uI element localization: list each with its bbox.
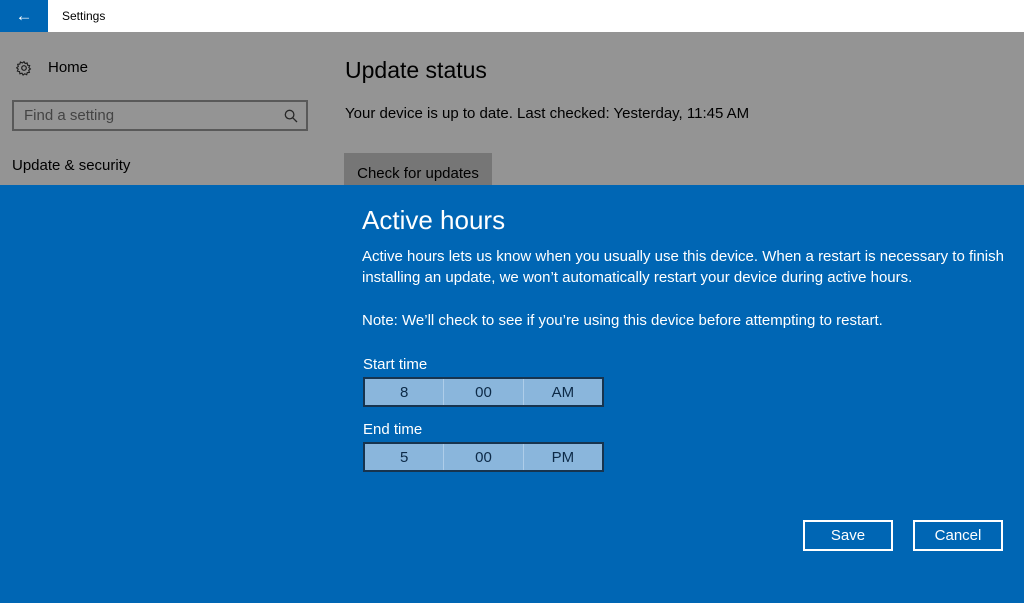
start-time-label: Start time bbox=[363, 356, 427, 373]
end-ampm-select[interactable]: PM bbox=[524, 444, 602, 470]
back-button[interactable]: ← bbox=[0, 0, 48, 32]
dialog-description: Active hours lets us know when you usual… bbox=[362, 246, 1007, 288]
save-button[interactable]: Save bbox=[803, 520, 893, 551]
active-hours-dialog: Active hours Active hours lets us know w… bbox=[0, 185, 1024, 603]
dialog-note: Note: We’ll check to see if you’re using… bbox=[362, 312, 1007, 329]
window-title: Settings bbox=[62, 0, 105, 32]
end-time-picker: 5 00 PM bbox=[363, 442, 604, 472]
cancel-button[interactable]: Cancel bbox=[913, 520, 1003, 551]
start-hour-select[interactable]: 8 bbox=[365, 379, 444, 405]
end-hour-select[interactable]: 5 bbox=[365, 444, 444, 470]
dialog-title: Active hours bbox=[362, 205, 505, 236]
end-time-label: End time bbox=[363, 421, 422, 438]
back-arrow-icon: ← bbox=[16, 6, 33, 26]
start-minute-select[interactable]: 00 bbox=[444, 379, 523, 405]
end-minute-select[interactable]: 00 bbox=[444, 444, 523, 470]
titlebar: ← Settings bbox=[0, 0, 1024, 32]
start-time-picker: 8 00 AM bbox=[363, 377, 604, 407]
start-ampm-select[interactable]: AM bbox=[524, 379, 602, 405]
